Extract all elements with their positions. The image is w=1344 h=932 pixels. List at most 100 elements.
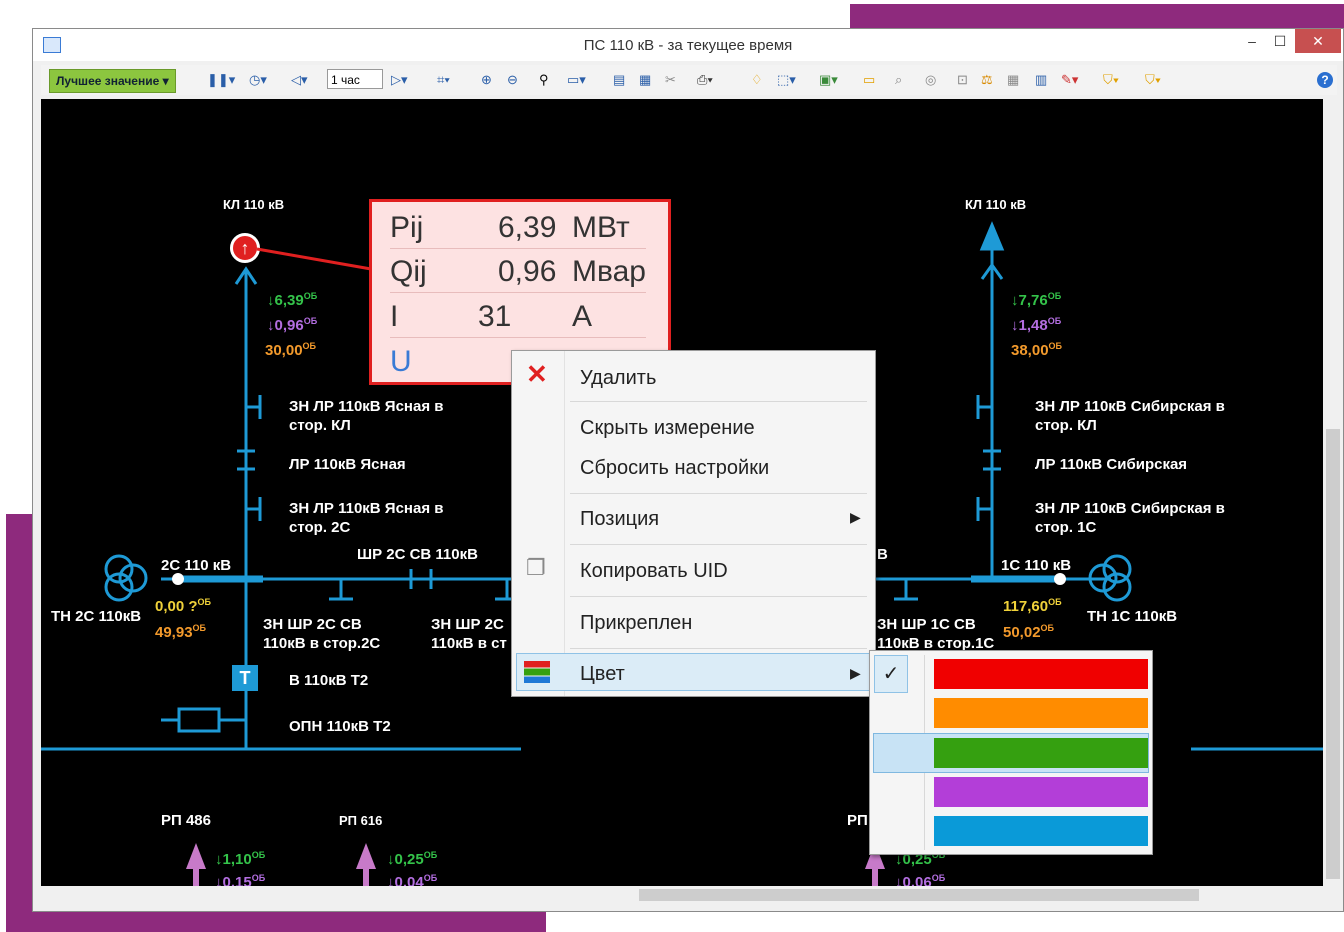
- comment-icon[interactable]: ▭: [863, 69, 875, 91]
- tn-1c-label: ТН 1С 110кВ: [1087, 608, 1178, 625]
- color-swatch-blue[interactable]: [934, 816, 1148, 846]
- left-i-value: 30,00ОБ: [265, 341, 316, 359]
- callout-row-q: Qij 0,96 Мвар: [390, 252, 646, 293]
- horizontal-scroll-thumb[interactable]: [639, 889, 1199, 901]
- right-q-value: ↓1,48ОБ: [1011, 316, 1061, 334]
- zn-shr-2c-b-label: ЗН ШР 2С 110кВ в ст: [431, 616, 507, 652]
- minimize-button[interactable]: –: [1237, 29, 1267, 53]
- lr-sib-label: ЛР 110кВ Сибирская: [1035, 456, 1188, 473]
- color-submenu: ✓: [869, 650, 1153, 855]
- rp486-q-value: ↓0,15ОБ: [215, 873, 265, 886]
- callout-q-name: Qij: [390, 255, 427, 288]
- menu-separator: [570, 544, 867, 545]
- title-bar: ПС 110 кВ - за текущее время – ☐ ✕: [33, 29, 1343, 61]
- calendar-icon[interactable]: ▦: [1007, 69, 1019, 91]
- maximize-button[interactable]: ☐: [1265, 29, 1295, 53]
- rp486-q-text: ↓0,15: [215, 874, 252, 886]
- fit-icon[interactable]: ⌗▾: [437, 69, 450, 91]
- callout-q-value: 0,96: [498, 255, 557, 288]
- rp486-label: РП 486: [161, 812, 211, 829]
- color-swatch-red[interactable]: [934, 659, 1148, 689]
- right-p-text: ↓7,76: [1011, 292, 1048, 309]
- right-p-value: ↓7,76ОБ: [1011, 291, 1061, 309]
- callout-i-unit: А: [572, 300, 593, 333]
- v-t2-label: В 110кВ Т2: [289, 672, 369, 689]
- pause-icon[interactable]: ❚❚▾: [207, 69, 235, 91]
- opn-t2-label: ОПН 110кВ Т2: [289, 718, 391, 735]
- color-swatch-purple[interactable]: [934, 777, 1148, 807]
- rp616-q-os: ОБ: [423, 873, 438, 883]
- rp-right-q-os: ОБ: [931, 873, 946, 883]
- shield-alt-icon[interactable]: ⛉▾: [1145, 69, 1161, 91]
- meter-icon[interactable]: ▣▾: [819, 69, 838, 91]
- vertical-scroll-thumb[interactable]: [1326, 429, 1340, 879]
- menu-separator: [570, 493, 867, 494]
- f-2c-os: ОБ: [192, 623, 207, 633]
- horizontal-scrollbar[interactable]: [41, 886, 1323, 904]
- zoom-out-icon[interactable]: ⊖: [507, 69, 518, 91]
- menu-item-delete[interactable]: Удалить: [580, 363, 656, 393]
- tools-icon[interactable]: ✂: [665, 69, 676, 91]
- menu-item-position[interactable]: Позиция: [580, 504, 659, 534]
- background-decoration-top: [850, 4, 1344, 30]
- rp486-p-text: ↓1,10: [215, 851, 252, 868]
- find-icon[interactable]: ⚲: [539, 69, 549, 91]
- copy-icon: ❐: [526, 555, 546, 580]
- zoom-in-icon[interactable]: ⊕: [481, 69, 492, 91]
- bulb-icon[interactable]: ♢: [751, 69, 763, 91]
- menu-item-reset[interactable]: Сбросить настройки: [580, 453, 769, 483]
- menu-item-copy-uid[interactable]: Копировать UID: [580, 556, 728, 586]
- print-icon[interactable]: ⎙▾: [697, 69, 713, 91]
- best-value-dropdown[interactable]: Лучшее значение ▾: [49, 69, 176, 93]
- close-button[interactable]: ✕: [1295, 29, 1341, 53]
- menu-item-pinned[interactable]: Прикреплен: [580, 608, 692, 638]
- u-1c-os: ОБ: [1048, 597, 1062, 607]
- menu-separator: [570, 596, 867, 597]
- grid-icon[interactable]: ▥: [1035, 69, 1047, 91]
- help-icon[interactable]: ?: [1317, 72, 1333, 88]
- right-i-value: 38,00ОБ: [1011, 341, 1062, 359]
- u-1c-text: 117,60: [1003, 598, 1049, 615]
- vertical-scrollbar[interactable]: [1323, 99, 1343, 886]
- color-swatch-orange[interactable]: [934, 698, 1148, 728]
- forward-icon[interactable]: ▷▾: [391, 69, 408, 91]
- screen-icon[interactable]: ▭▾: [567, 69, 586, 91]
- rp486-p-os: ОБ: [251, 850, 266, 860]
- history-icon[interactable]: ◷▾: [249, 69, 267, 91]
- rp-right-q-text: ↓0,06: [895, 874, 932, 886]
- f-2c-text: 49,93: [155, 624, 193, 641]
- left-p-value: ↓6,39ОБ: [267, 291, 317, 309]
- left-q-value: ↓0,96ОБ: [267, 316, 317, 334]
- time-range-stepper[interactable]: 1 час: [327, 69, 383, 89]
- color-check-box: ✓: [874, 655, 908, 693]
- lock-icon[interactable]: ⊡: [957, 69, 968, 91]
- tn-2c-label: ТН 2С 110кВ: [51, 608, 142, 625]
- compass-icon[interactable]: ◎: [925, 69, 936, 91]
- search-doc-icon[interactable]: ⌕: [895, 69, 902, 91]
- shr-1c-tail-label: В: [877, 546, 888, 563]
- document-icon[interactable]: ▤: [613, 69, 625, 91]
- t-badge[interactable]: T: [232, 665, 258, 691]
- zn-lr-sib-kl-label: ЗН ЛР 110кВ Сибирская в стор. КЛ: [1035, 398, 1225, 434]
- pen-icon[interactable]: ✎▾: [1061, 69, 1078, 91]
- zn-lr-sib-1c-label: ЗН ЛР 110кВ Сибирская в стор. 1С: [1035, 500, 1225, 536]
- color-swatch-green[interactable]: [934, 738, 1148, 768]
- rp616-q-value: ↓0,04ОБ: [387, 873, 437, 886]
- callout-row-i: I 31 А: [390, 297, 646, 338]
- frame-icon[interactable]: ⬚▾: [777, 69, 796, 91]
- back-icon[interactable]: ◁▾: [291, 69, 308, 91]
- menu-item-hide[interactable]: Скрыть измерение: [580, 413, 755, 443]
- f-1c-value: 50,02ОБ: [1003, 623, 1054, 641]
- bus-2c-label: 2С 110 кВ: [161, 557, 232, 574]
- zn-shr-2c-label: ЗН ШР 2С СВ 110кВ в стор.2С: [263, 616, 381, 652]
- kl-left-label: КЛ 110 кВ: [223, 197, 285, 212]
- menu-item-color-highlight[interactable]: [516, 653, 871, 691]
- calc-icon[interactable]: ▦: [639, 69, 651, 91]
- u-1c-value: 117,60ОБ: [1003, 597, 1062, 615]
- shield-icon[interactable]: ⛉▾: [1103, 69, 1119, 91]
- rp616-p-os: ОБ: [423, 850, 438, 860]
- shr-2c-label: ШР 2С СВ 110кВ: [357, 546, 478, 563]
- rp486-p-value: ↓1,10ОБ: [215, 850, 265, 868]
- scale-icon[interactable]: ⚖: [981, 69, 993, 91]
- menu-item-color[interactable]: Цвет: [580, 659, 625, 689]
